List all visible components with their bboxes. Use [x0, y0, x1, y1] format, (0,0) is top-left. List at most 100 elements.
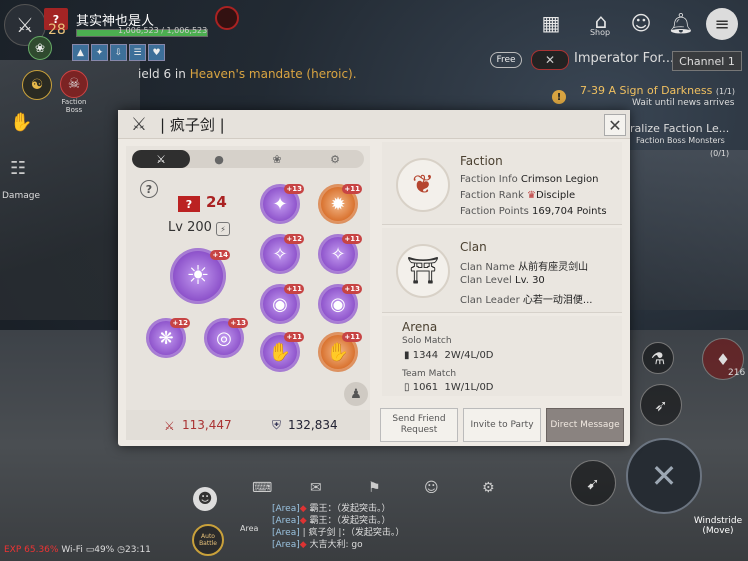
chat-tag: [Area]: [272, 516, 300, 526]
pet-icon[interactable]: ❀: [28, 36, 52, 60]
guild-icon[interactable]: ⚑: [368, 480, 381, 496]
buff-list: ▲ ✦ ⇩ ☰ ♥: [72, 44, 165, 61]
chat-icon[interactable]: ✉: [310, 480, 322, 496]
gear-icon: ◉: [330, 293, 346, 315]
faction-emblem-icon: ❦: [396, 158, 450, 212]
send-friend-request-button[interactable]: Send Friend Request: [380, 408, 458, 442]
solo-score: 1344: [412, 350, 439, 361]
gear-slot[interactable]: ✧ +12: [260, 234, 304, 274]
exp-label: EXP 65.36%: [4, 545, 59, 555]
invite-to-party-button[interactable]: Invite to Party: [463, 408, 541, 442]
chat-tag: [Area]: [272, 504, 300, 514]
shield-icon: ⚡: [216, 222, 230, 236]
chat-line: [Area]◆ 霸王：（发起突击。）: [272, 504, 391, 514]
quest-title[interactable]: ralize Faction Le...: [630, 122, 729, 135]
keyboard-icon[interactable]: ⌨: [252, 480, 272, 496]
chat-line: [Area]◆ 大吉大利: go: [272, 540, 363, 550]
tab-orb[interactable]: ●: [190, 150, 248, 168]
enhance-level: +11: [342, 184, 362, 194]
character-icon[interactable]: ☺: [626, 8, 656, 38]
action-buttons: Send Friend Request Invite to Party Dire…: [380, 408, 624, 442]
main-menu-button[interactable]: ≡: [706, 8, 738, 40]
clan-leader-row: Clan Leader 心若一动泪便...: [460, 291, 592, 306]
gear-slot[interactable]: ✦ +13: [260, 184, 304, 224]
clock-icon: ◷: [117, 545, 125, 555]
emote-icon[interactable]: ☺: [424, 480, 439, 496]
skill-button[interactable]: ➹: [570, 460, 616, 506]
faction-points-row: Faction Points 169,704 Points: [460, 206, 607, 217]
quest-count: (0/1): [710, 149, 730, 158]
team-record: 1W/1L/0D: [444, 382, 494, 393]
gear-icon: ✋: [268, 341, 292, 363]
direct-message-button[interactable]: Direct Message: [546, 408, 624, 442]
modal-header: ⚔ | 疯子剑 | ✕: [118, 110, 630, 139]
hand-icon[interactable]: ✋: [10, 112, 32, 133]
grid-menu-icon[interactable]: ▦: [536, 8, 566, 38]
gear-slot-weapon[interactable]: ☀ +14: [170, 248, 230, 304]
arena-section: Arena Solo Match ▮ 1344 2W/4L/0D Team Ma…: [382, 316, 622, 396]
notice-highlight: Heaven's mandate (heroic).: [189, 67, 357, 81]
tab-weapon[interactable]: ⚔: [132, 150, 190, 168]
skill-button[interactable]: ➶: [640, 384, 682, 426]
enhance-level: +11: [342, 234, 362, 244]
enhance-level: +13: [342, 284, 362, 294]
clan-section: ⛩ Clan Clan Name 从前有座灵剑山 Clan Level Lv. …: [382, 228, 622, 313]
costume-icon[interactable]: ♟: [344, 382, 368, 406]
enhance-level: +12: [170, 318, 190, 328]
enhance-level: +11: [284, 284, 304, 294]
chat-tag: [Area]: [272, 540, 300, 550]
notification-bell-icon[interactable]: 🔔︎: [666, 8, 696, 38]
player-info-modal: ⚔ | 疯子剑 | ✕ ⚔ ● ❀ ⚙ ? ? 24 Lv 200 ⚡ ✦ +13…: [118, 110, 630, 446]
gear-slot[interactable]: ✧ +11: [318, 234, 362, 274]
gear-slot[interactable]: ◉ +11: [260, 284, 304, 324]
row-label: Faction Rank: [460, 190, 524, 201]
power-value: 24: [206, 193, 227, 211]
close-button[interactable]: ✕: [604, 114, 626, 136]
chat-channel-label[interactable]: Area: [240, 524, 258, 533]
attack-icon: ⚔: [164, 419, 175, 433]
gear-icon: ✧: [272, 243, 288, 265]
rank-shield-icon: ▯: [404, 382, 410, 393]
defense-value: 132,834: [288, 418, 338, 432]
gear-slot[interactable]: ✋ +11: [260, 332, 304, 372]
buff-icon: ✦: [91, 44, 108, 61]
faction-boss-button[interactable]: ☠ Faction Boss: [54, 70, 94, 114]
channel-button[interactable]: Channel 1: [672, 51, 742, 71]
gear-icon: ❋: [158, 327, 174, 349]
settings-gear-icon[interactable]: ⚙: [482, 480, 495, 496]
equipment-tabs: ⚔ ● ❀ ⚙: [132, 150, 364, 168]
attack-value: 113,447: [182, 418, 232, 432]
crossed-swords-icon[interactable]: ✕: [531, 50, 569, 70]
free-badge[interactable]: Free: [490, 52, 522, 68]
gear-slot[interactable]: ❋ +12: [146, 318, 190, 358]
quest-title[interactable]: 7-39 A Sign of Darkness (1/1): [580, 84, 735, 97]
team-match-row: ▯ 1061 1W/1L/0D: [404, 382, 494, 393]
gear-slot[interactable]: ✋ +11: [318, 332, 362, 372]
solo-match-label: Solo Match: [402, 336, 452, 346]
social-button[interactable]: ☻: [193, 487, 217, 511]
gear-slot[interactable]: ◉ +13: [318, 284, 362, 324]
tab-pet[interactable]: ❀: [248, 150, 306, 168]
scenery-rock: [620, 150, 748, 310]
gear-slot[interactable]: ◎ +13: [204, 318, 248, 358]
enhance-level: +11: [342, 332, 362, 342]
team-match-label: Team Match: [402, 369, 457, 379]
dragon-icon[interactable]: ☯: [22, 70, 52, 100]
skill-button[interactable]: ⚗: [642, 342, 674, 374]
attack-button[interactable]: ✕: [626, 438, 702, 514]
party-icon[interactable]: ☷: [10, 158, 26, 179]
chat-log[interactable]: [Area]◆ 霸王：（发起突击。） [Area]◆ 霸王：（发起突击。） [A…: [272, 503, 404, 551]
help-button[interactable]: ?: [140, 180, 158, 198]
imperator-quest-label[interactable]: Imperator For...: [574, 51, 674, 66]
tab-accessory[interactable]: ⚙: [306, 150, 364, 168]
enhance-level: +13: [228, 318, 248, 328]
quest-alert-icon: !: [552, 90, 566, 104]
wifi-label: Wi-Fi: [61, 545, 83, 555]
system-notice: ield 6 in Heaven's mandate (heroic).: [138, 67, 357, 81]
auto-battle-button[interactable]: Auto Battle: [192, 524, 224, 556]
gear-slot[interactable]: ✹ +11: [318, 184, 362, 224]
equipment-pane: ⚔ ● ❀ ⚙ ? ? 24 Lv 200 ⚡ ✦ +13 ✹ +11 ✧ +12 ✧…: [126, 146, 370, 440]
class-emblem-icon: ⚔: [130, 113, 148, 135]
pk-status-icon[interactable]: [215, 6, 239, 30]
arena-title: Arena: [402, 320, 438, 334]
